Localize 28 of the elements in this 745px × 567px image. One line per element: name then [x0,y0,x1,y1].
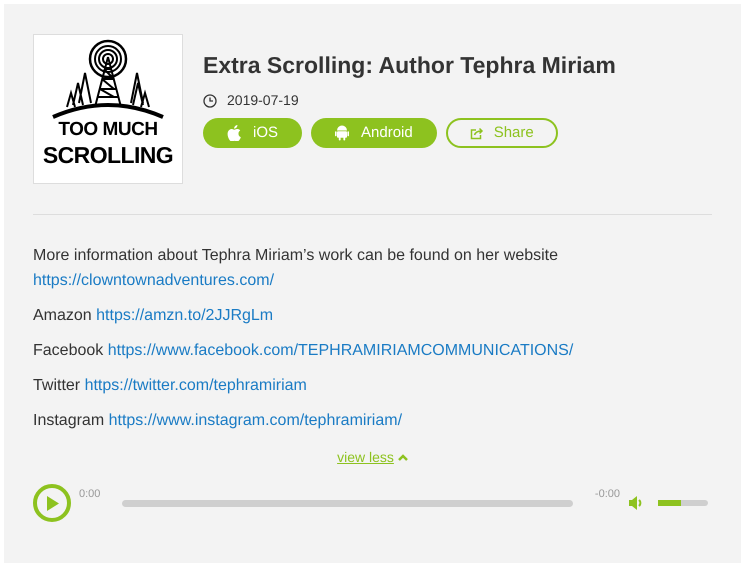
app-button[interactable]: Android [311,118,437,148]
play-icon [46,496,58,510]
logo-text: SCROLLING [42,141,174,169]
share-icon [470,126,484,140]
description-text: Facebook https://www.facebook.com/TEPHRAMIRIAMCOMMUNICATIONS/ [33,341,574,361]
description-text: Twitter https://twitter.com/tephramiriam [33,376,308,396]
episode-date: 2019-07-19 [227,91,299,110]
volume-track[interactable] [658,500,708,506]
episode-title: Extra Scrolling: Author Tephra Miriam [203,51,616,80]
link[interactable]: https://www.instagram.com/tephramiriam/ [108,412,402,429]
android-icon [335,125,350,141]
chevron-up-icon [398,454,408,462]
play-button[interactable] [33,484,71,522]
logo-text: TOO MUCH [58,119,158,141]
remaining-time: -0:00 [594,487,620,502]
link[interactable]: https://www.facebook.com/TEPHRAMIRIAMCOMMUNICATIONS/ [108,342,574,359]
description-text: More information about Tephra Miriam’s work can be found on her website https://clowntownadventures.com/ [33,246,560,291]
description-text: Amazon https://amzn.to/2JJRgLm [33,306,274,326]
clock-icon [203,94,217,108]
apple-icon [227,125,241,141]
elapsed-time: 0:00 [79,487,100,502]
link[interactable]: https://twitter.com/tephramiriam [84,377,307,394]
app-button[interactable]: iOS [203,118,302,148]
link[interactable]: https://clowntownadventures.com/ [33,272,274,289]
description-text: Instagram https://www.instagram.com/tephramiriam/ [33,411,404,431]
speaker-icon[interactable] [628,495,644,511]
progress-track[interactable] [122,500,573,506]
link[interactable]: https://amzn.to/2JJRgLm [96,307,274,324]
